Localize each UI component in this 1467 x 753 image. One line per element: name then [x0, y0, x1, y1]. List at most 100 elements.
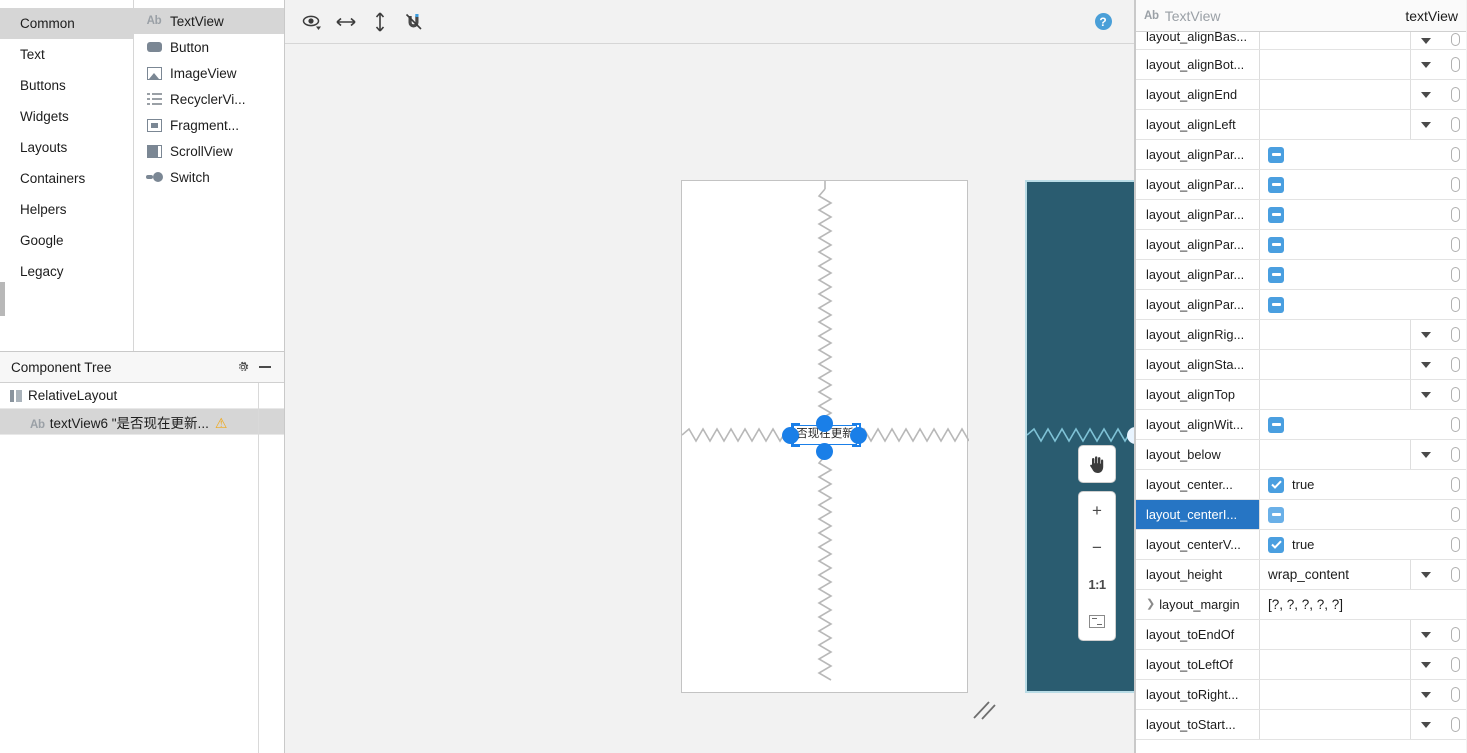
attribute-value[interactable]	[1260, 170, 1466, 199]
resource-picker-icon[interactable]	[1451, 327, 1460, 342]
palette-category-layouts[interactable]: Layouts	[0, 132, 133, 163]
resource-picker-icon[interactable]	[1451, 627, 1460, 642]
chevron-down-icon[interactable]	[1410, 680, 1440, 709]
attribute-value[interactable]	[1260, 350, 1466, 379]
tristate-checkbox[interactable]	[1268, 416, 1284, 433]
palette-category-widgets[interactable]: Widgets	[0, 101, 133, 132]
attribute-row-selected[interactable]: layout_centerI...	[1136, 500, 1466, 530]
chevron-down-icon[interactable]	[1410, 710, 1440, 739]
chevron-down-icon[interactable]	[1410, 440, 1440, 469]
attribute-value[interactable]	[1260, 710, 1466, 739]
attribute-value[interactable]	[1260, 290, 1466, 319]
attribute-row[interactable]: layout_alignPar...	[1136, 200, 1466, 230]
resource-picker-icon[interactable]	[1451, 537, 1460, 552]
attribute-row[interactable]: layout_alignRig...	[1136, 320, 1466, 350]
zoom-out-button[interactable]: −	[1078, 529, 1116, 566]
chevron-down-icon[interactable]	[1410, 380, 1440, 409]
palette-category-helpers[interactable]: Helpers	[0, 194, 133, 225]
attribute-value[interactable]	[1260, 680, 1466, 709]
tree-row-textview6[interactable]: Ab textView6 "是否现在更新... ⚠	[0, 409, 284, 435]
tristate-checkbox[interactable]	[1268, 206, 1284, 223]
attribute-row[interactable]: layout_alignWit...	[1136, 410, 1466, 440]
constraint-handle-left[interactable]	[782, 427, 799, 444]
palette-category-google[interactable]: Google	[0, 225, 133, 256]
constraint-handle-top[interactable]	[816, 415, 833, 432]
attribute-value[interactable]	[1260, 410, 1466, 439]
chevron-down-icon[interactable]	[1410, 80, 1440, 109]
palette-scrollbar[interactable]	[0, 282, 5, 316]
attribute-row[interactable]: layout_alignLeft	[1136, 110, 1466, 140]
palette-item-imageview[interactable]: ImageView	[134, 60, 284, 86]
attribute-value[interactable]	[1260, 140, 1466, 169]
gear-icon[interactable]	[232, 356, 254, 378]
chevron-down-icon[interactable]	[1410, 560, 1440, 589]
attribute-value[interactable]	[1260, 620, 1466, 649]
zoom-actual-size-button[interactable]: 1:1	[1078, 566, 1116, 603]
design-canvas[interactable]: 否现在更新 + − 1:1	[285, 44, 1134, 753]
attribute-value[interactable]	[1260, 110, 1466, 139]
attribute-row[interactable]: layout_alignBas...	[1136, 32, 1466, 50]
palette-item-textview[interactable]: Ab TextView	[134, 8, 284, 34]
resource-picker-icon[interactable]	[1451, 207, 1460, 222]
zoom-to-fit-button[interactable]	[1078, 603, 1116, 640]
attribute-value[interactable]: true	[1260, 530, 1466, 559]
attribute-value[interactable]	[1260, 200, 1466, 229]
attribute-row[interactable]: layout_alignPar...	[1136, 230, 1466, 260]
palette-widget-list[interactable]: Ab TextView Button ImageView RecyclerVi.…	[134, 0, 284, 351]
tristate-checkbox[interactable]	[1268, 266, 1284, 283]
palette-category-legacy[interactable]: Legacy	[0, 256, 133, 287]
resource-picker-icon[interactable]	[1451, 147, 1460, 162]
pan-tool-button[interactable]	[1078, 445, 1116, 483]
attribute-value[interactable]	[1260, 230, 1466, 259]
attribute-row[interactable]: layout_center... true	[1136, 470, 1466, 500]
resource-picker-icon[interactable]	[1451, 57, 1460, 72]
attribute-row[interactable]: layout_toRight...	[1136, 680, 1466, 710]
zoom-controls[interactable]: + − 1:1	[1078, 491, 1116, 641]
tristate-checkbox[interactable]	[1268, 296, 1284, 313]
eye-icon[interactable]	[297, 7, 327, 37]
attribute-value[interactable]	[1260, 50, 1466, 79]
attribute-value[interactable]	[1260, 32, 1466, 49]
attribute-row[interactable]: layout_height wrap_content	[1136, 560, 1466, 590]
attribute-value[interactable]	[1260, 380, 1466, 409]
attribute-row[interactable]: layout_alignPar...	[1136, 260, 1466, 290]
resource-picker-icon[interactable]	[1451, 447, 1460, 462]
vertical-arrows-icon[interactable]	[365, 7, 395, 37]
resource-picker-icon[interactable]	[1451, 237, 1460, 252]
resource-picker-icon[interactable]	[1451, 417, 1460, 432]
zoom-in-button[interactable]: +	[1078, 492, 1116, 529]
attribute-value[interactable]: [?, ?, ?, ?, ?]	[1260, 590, 1466, 619]
attribute-row[interactable]: layout_toStart...	[1136, 710, 1466, 740]
attribute-name-group[interactable]: ❯ layout_margin	[1136, 590, 1260, 619]
tristate-checkbox[interactable]	[1268, 506, 1284, 523]
tree-row-relativelayout[interactable]: RelativeLayout	[0, 383, 284, 409]
attribute-row[interactable]: layout_alignPar...	[1136, 140, 1466, 170]
palette-item-scrollview[interactable]: ScrollView	[134, 138, 284, 164]
checkbox-checked[interactable]	[1268, 476, 1284, 493]
resource-picker-icon[interactable]	[1451, 477, 1460, 492]
attribute-row[interactable]: layout_alignPar...	[1136, 290, 1466, 320]
resource-picker-icon[interactable]	[1451, 357, 1460, 372]
attribute-row[interactable]: layout_alignPar...	[1136, 170, 1466, 200]
attribute-row[interactable]: layout_alignTop	[1136, 380, 1466, 410]
attribute-value[interactable]	[1260, 80, 1466, 109]
chevron-down-icon[interactable]	[1410, 50, 1440, 79]
palette-category-containers[interactable]: Containers	[0, 163, 133, 194]
palette-category-text[interactable]: Text	[0, 39, 133, 70]
chevron-right-icon[interactable]: ❯	[1146, 590, 1155, 619]
resource-picker-icon[interactable]	[1451, 117, 1460, 132]
attribute-row[interactable]: layout_alignEnd	[1136, 80, 1466, 110]
chevron-down-icon[interactable]	[1410, 350, 1440, 379]
attribute-row[interactable]: layout_toLeftOf	[1136, 650, 1466, 680]
attribute-value[interactable]	[1260, 320, 1466, 349]
resource-picker-icon[interactable]	[1451, 297, 1460, 312]
palette-item-switch[interactable]: Switch	[134, 164, 284, 190]
help-button[interactable]: ?	[1088, 7, 1118, 37]
chevron-down-icon[interactable]	[1410, 32, 1440, 49]
chevron-down-icon[interactable]	[1410, 650, 1440, 679]
attribute-row[interactable]: layout_centerV... true	[1136, 530, 1466, 560]
chevron-down-icon[interactable]	[1410, 320, 1440, 349]
minimize-icon[interactable]	[254, 356, 276, 378]
resource-picker-icon[interactable]	[1451, 657, 1460, 672]
attribute-row-expandable[interactable]: ❯ layout_margin [?, ?, ?, ?, ?]	[1136, 590, 1466, 620]
